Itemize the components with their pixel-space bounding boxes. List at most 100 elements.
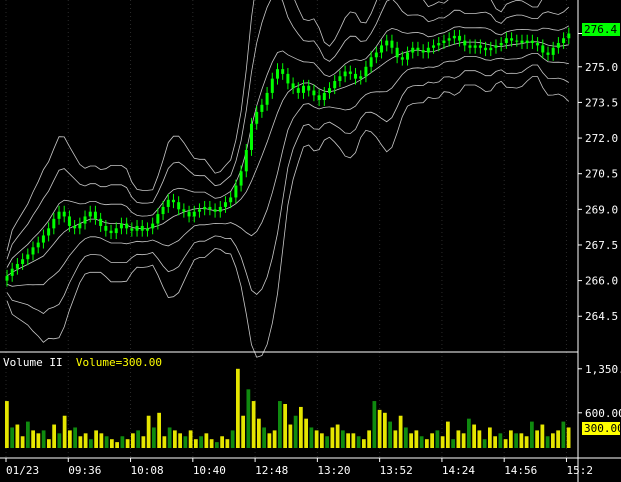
candle-body [275,69,279,79]
volume-bar [183,436,188,448]
candle [151,217,155,235]
candle [57,205,61,225]
volume-bar [272,430,277,448]
candle [223,196,227,213]
candle-body [322,92,326,101]
candle [171,193,175,209]
volume-bar [561,421,566,448]
candle [99,212,103,232]
volume-value-label: Volume=300.00 [75,356,162,369]
candle [343,65,347,83]
candle-body [317,95,321,101]
candle-body [296,88,300,93]
volume-bar [94,430,98,448]
volume-bar [146,415,151,448]
candle-body [530,40,534,44]
candle-body [520,40,524,44]
candle [187,205,191,223]
volume-bar [419,436,424,448]
candle-body [567,33,571,39]
chart-window: 275.0 273.5 272.0 270.5 269.0 267.5 266.0 264.5… [0,0,621,482]
volume-bar [20,436,25,448]
candle [338,70,342,87]
price-tick-label: 275.0 [585,61,618,74]
candle [47,222,51,242]
candle-body [562,38,566,44]
candle-body [395,47,399,58]
candle-body [510,38,514,41]
candle [494,39,498,54]
candle [416,41,420,57]
volume-bar [467,418,471,448]
candle-body [426,47,430,53]
candle-body [338,76,342,82]
volume-bar [335,424,340,448]
candle [312,84,316,102]
volume-bar [131,433,135,448]
volume-bar [535,430,539,448]
candle-body [416,47,420,51]
volume-panel-label: Volume II Volume=300.00 [3,356,162,369]
candle-body [281,69,285,74]
volume-bar [194,439,198,448]
candle [281,63,285,80]
volume-bar [89,439,93,448]
candle-body [197,209,201,212]
candle-body [119,223,123,229]
volume-bar [304,418,308,448]
volume-bar [477,430,482,448]
volume-bar [246,389,251,448]
candle-body [140,225,144,231]
price-candles [5,27,571,287]
candle-body [432,45,436,48]
candle-body [114,228,118,234]
candle-body [525,40,529,44]
candle-body [208,206,212,210]
volume-bar [278,401,282,448]
candle-body [546,52,550,55]
volume-bars [5,368,571,448]
time-tick-label: 12:48 [255,464,288,477]
candle [380,39,384,59]
candle-body [161,206,165,215]
last-volume-badge: 300.00 [582,422,621,435]
candle [234,179,238,204]
candle-body [99,218,103,226]
candle-body [551,47,555,55]
price-tick-label: 267.5 [585,239,618,252]
candle-body [255,111,259,124]
candle-body [156,214,160,224]
candle [36,236,40,254]
volume-bar [351,433,356,448]
volume-bar [220,436,224,448]
volume-bar [545,436,550,448]
volume-bar [325,436,329,448]
volume-bar [362,439,366,448]
volume-bar [299,406,303,448]
candle [504,32,508,49]
candle [551,41,555,61]
candle [541,39,545,59]
candle [473,39,477,54]
volume-bar [47,439,51,448]
candle-body [52,218,56,229]
volume-bar [162,436,167,448]
volume-bar [383,412,387,448]
candle-body [26,254,30,260]
candle-body [78,223,82,229]
volume-bar [167,427,172,448]
candle-body [125,223,129,229]
candle [359,70,363,85]
volume-bar [78,436,83,448]
time-tick-label: 01/23 [6,464,39,477]
candle-body [130,228,134,231]
candle-body [36,242,40,248]
candle [260,98,264,118]
volume-bar [456,430,461,448]
candle-body [5,275,9,281]
chart-axes: 275.0 273.5 272.0 270.5 269.0 267.5 266.0 264.5… [0,0,621,482]
candle-body [307,85,311,91]
candle [114,222,118,240]
candle-body [536,43,540,46]
candle-body [21,259,25,264]
